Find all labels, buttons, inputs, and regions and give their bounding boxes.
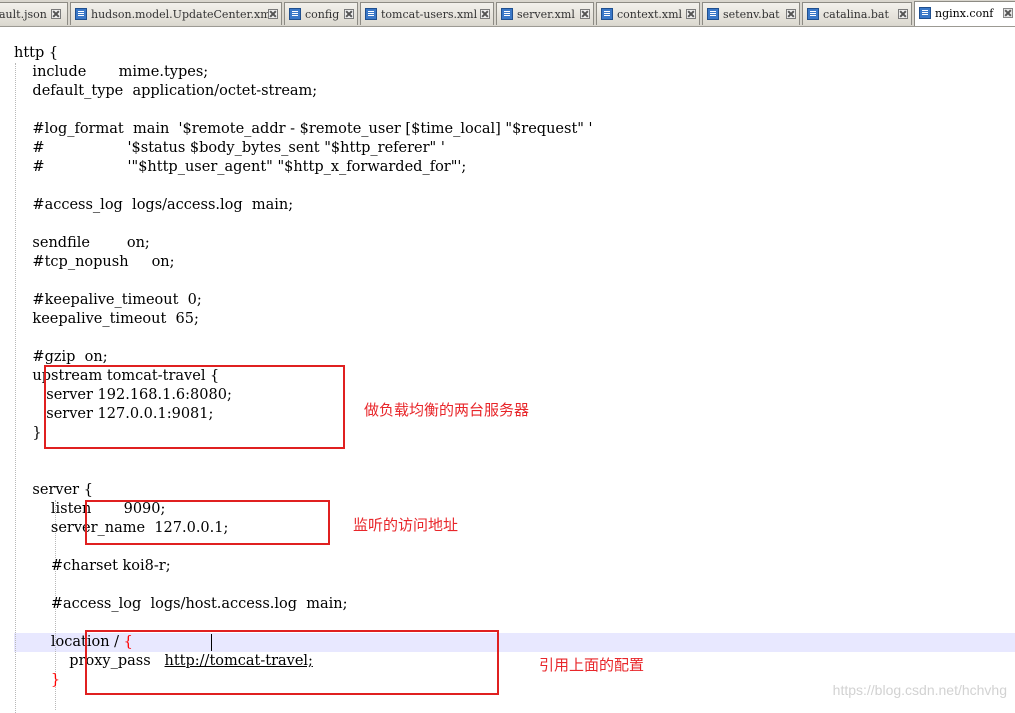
close-icon[interactable]: [344, 9, 354, 19]
watermark: https://blog.csdn.net/hchvhg: [832, 682, 1007, 698]
close-icon[interactable]: [51, 9, 61, 19]
file-icon: [75, 8, 87, 20]
tab-nginx-conf[interactable]: nginx.conf: [914, 1, 1015, 26]
code-line: #access_log logs/access.log main;: [14, 197, 294, 213]
tab-config[interactable]: config: [284, 2, 358, 25]
upstream-note: 做负载均衡的两台服务器: [364, 401, 530, 419]
file-icon: [501, 8, 513, 20]
close-icon[interactable]: [786, 9, 796, 19]
code-line: #log_format main '$remote_addr - $remote…: [14, 121, 593, 137]
tab-label: tomcat-users.xml: [381, 8, 478, 21]
listen-highlight-box: [85, 500, 330, 545]
tab-label: ault.json: [0, 8, 47, 21]
code-line: http {: [14, 45, 59, 61]
close-icon[interactable]: [580, 9, 590, 19]
code-line: server {: [14, 482, 93, 498]
code-line: sendfile on;: [14, 235, 150, 251]
tab-hudson-update-center[interactable]: hudson.model.UpdateCenter.xml: [70, 2, 282, 25]
listen-note: 监听的访问地址: [353, 516, 459, 534]
tab-label: hudson.model.UpdateCenter.xml: [91, 8, 275, 21]
close-icon[interactable]: [1003, 8, 1013, 18]
tab-label: context.xml: [617, 8, 683, 21]
tab-default-json[interactable]: ault.json: [0, 2, 68, 25]
code-line: #tcp_nopush on;: [14, 254, 175, 270]
code-line: }: [14, 425, 42, 441]
code-line: keepalive_timeout 65;: [14, 311, 199, 327]
tab-setenv-bat[interactable]: setenv.bat: [702, 2, 800, 25]
tab-catalina-bat[interactable]: catalina.bat: [802, 2, 912, 25]
code-editor[interactable]: http { include mime.types; default_type …: [0, 27, 1015, 713]
close-icon[interactable]: [268, 9, 278, 19]
code-line: # '$status $body_bytes_sent "$http_refer…: [14, 140, 445, 156]
tab-server-xml[interactable]: server.xml: [496, 2, 594, 25]
location-highlight-box: [85, 630, 499, 695]
location-note: 引用上面的配置: [539, 656, 645, 674]
code-line: default_type application/octet-stream;: [14, 83, 318, 99]
code-line: #access_log logs/host.access.log main;: [14, 596, 348, 612]
tab-label: server.xml: [517, 8, 575, 21]
close-icon[interactable]: [898, 9, 908, 19]
code-line: #charset koi8-r;: [14, 558, 171, 574]
file-icon: [365, 8, 377, 20]
tab-context-xml[interactable]: context.xml: [596, 2, 700, 25]
file-icon: [919, 7, 931, 19]
code-line: include mime.types;: [14, 64, 209, 80]
upstream-highlight-box: [44, 365, 345, 449]
close-icon[interactable]: [480, 9, 490, 19]
file-icon: [807, 8, 819, 20]
code-line: # '"$http_user_agent" "$http_x_forwarded…: [14, 159, 467, 175]
tab-tomcat-users[interactable]: tomcat-users.xml: [360, 2, 494, 25]
tab-label: setenv.bat: [723, 8, 780, 21]
code-line: }: [14, 672, 61, 688]
code-line: #keepalive_timeout 0;: [14, 292, 202, 308]
tab-label: catalina.bat: [823, 8, 889, 21]
tab-label: config: [305, 8, 340, 21]
file-icon: [707, 8, 719, 20]
close-icon[interactable]: [686, 9, 696, 19]
tab-bar: ault.json hudson.model.UpdateCenter.xml …: [0, 0, 1015, 27]
tab-label: nginx.conf: [935, 7, 994, 20]
file-icon: [601, 8, 613, 20]
file-icon: [289, 8, 301, 20]
